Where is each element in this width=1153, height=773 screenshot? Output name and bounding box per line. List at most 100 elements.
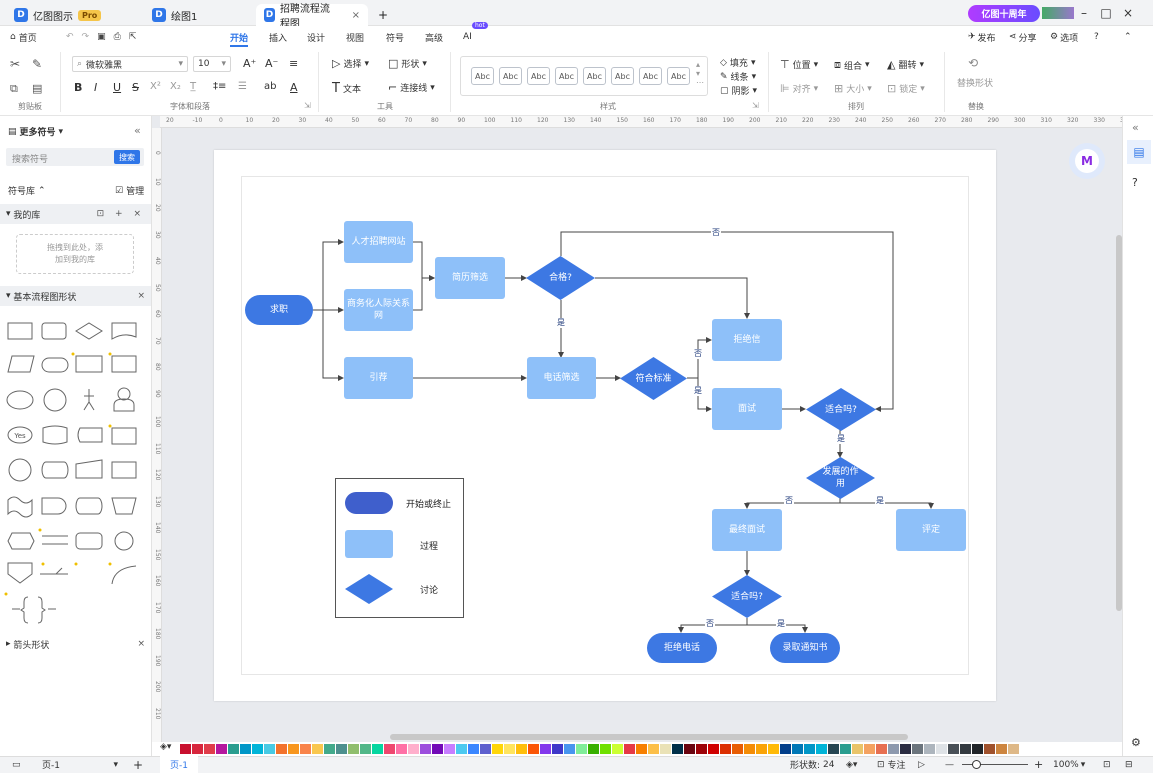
color-swatch[interactable] <box>948 744 959 754</box>
anniversary-banner[interactable]: 亿图十周年 <box>968 5 1040 22</box>
color-swatch[interactable] <box>828 744 839 754</box>
maximize-icon[interactable]: □ <box>1096 4 1116 22</box>
control-transfer-shape-icon[interactable] <box>40 567 68 575</box>
actor-shape-icon[interactable] <box>83 389 95 411</box>
line-spacing-icon[interactable]: ‡≡ <box>213 81 226 92</box>
rectangle-shape-icon[interactable] <box>7 322 33 340</box>
color-swatch[interactable] <box>864 744 875 754</box>
document-shape-icon[interactable] <box>111 322 137 340</box>
copy-icon[interactable]: ⧉ <box>10 82 18 96</box>
color-swatch[interactable] <box>432 744 443 754</box>
color-swatch[interactable] <box>720 744 731 754</box>
color-swatch[interactable] <box>216 744 227 754</box>
color-swatch[interactable] <box>852 744 863 754</box>
predefined-process-shape-icon[interactable] <box>75 355 103 373</box>
font-decrease-icon[interactable]: A⁻ <box>265 57 278 70</box>
qualified-decision[interactable]: 合格? <box>526 256 595 300</box>
start-terminal[interactable]: 求职 <box>245 295 313 325</box>
rotate-button[interactable]: ◭ 翻转 ▾ <box>887 58 924 71</box>
color-swatch[interactable] <box>576 744 587 754</box>
phone-screen-process[interactable]: 电话筛选 <box>527 357 596 399</box>
color-swatch[interactable] <box>288 744 299 754</box>
manual-input-shape-icon[interactable] <box>75 459 103 479</box>
decision-shape-icon[interactable] <box>75 322 103 340</box>
loop-limit-shape-icon[interactable] <box>111 497 137 515</box>
shadow-button[interactable]: ▢ 阴影 ▾ <box>720 84 757 98</box>
color-swatch[interactable] <box>516 744 527 754</box>
color-swatch[interactable] <box>912 744 923 754</box>
color-swatch[interactable] <box>1008 744 1019 754</box>
style-swatch[interactable]: Abc <box>555 67 578 85</box>
color-swatch[interactable] <box>276 744 287 754</box>
strikethrough-icon[interactable]: S <box>132 81 139 94</box>
color-swatch[interactable] <box>744 744 755 754</box>
direct-data-shape-icon[interactable] <box>41 461 69 479</box>
search-button[interactable]: 搜索 <box>114 150 140 164</box>
referral-process[interactable]: 引荐 <box>344 357 413 399</box>
app-tab[interactable]: D 亿图图示 Pro <box>6 4 109 26</box>
final-interview-process[interactable]: 最终面试 <box>712 509 782 551</box>
style-swatch[interactable]: Abc <box>527 67 550 85</box>
help-circle-icon[interactable]: ? <box>1132 176 1138 189</box>
ai-assistant-badge[interactable]: M <box>1069 143 1105 179</box>
connector-tool[interactable]: ⌐ 连接线 ▾ <box>388 81 435 94</box>
talent-site-process[interactable]: 人才招聘网站 <box>344 221 413 263</box>
reject-call-terminal[interactable]: 拒绝电话 <box>647 633 717 663</box>
user-shape-icon[interactable] <box>113 387 135 412</box>
font-size-select[interactable]: 10 ▾ <box>193 56 231 72</box>
page-tab-1[interactable]: 页-1 <box>160 756 198 773</box>
zoom-in-button[interactable]: + <box>1034 756 1043 773</box>
color-swatch[interactable] <box>396 744 407 754</box>
style-swatch[interactable]: Abc <box>583 67 606 85</box>
fill-button[interactable]: ◇ 填充 ▾ <box>720 56 755 70</box>
library-drop-zone[interactable]: 拖拽到此处，添 加到我的库 <box>16 234 134 274</box>
color-swatch[interactable] <box>924 744 935 754</box>
connector-shape-icon[interactable] <box>8 458 32 482</box>
color-swatch[interactable] <box>936 744 947 754</box>
color-swatch[interactable] <box>756 744 767 754</box>
data-shape-icon[interactable] <box>7 355 35 373</box>
circle-shape-icon[interactable] <box>43 388 67 412</box>
color-swatch[interactable] <box>804 744 815 754</box>
color-swatch[interactable] <box>672 744 683 754</box>
superscript-icon[interactable]: X² <box>150 81 161 92</box>
more-symbols-button[interactable]: ▤ 更多符号 ▾ <box>8 125 63 139</box>
close-tab-icon[interactable]: × <box>352 10 360 21</box>
color-swatch[interactable] <box>684 744 695 754</box>
color-swatch[interactable] <box>840 744 851 754</box>
color-swatch[interactable] <box>504 744 515 754</box>
paragraph-align-icon[interactable]: ≡ <box>289 57 298 70</box>
interview-process[interactable]: 面试 <box>712 388 782 430</box>
terminator-shape-icon[interactable] <box>41 357 69 373</box>
paste-icon[interactable]: ▤ <box>32 82 42 95</box>
development-decision[interactable]: 发展的作用 <box>806 457 875 499</box>
color-swatch[interactable] <box>420 744 431 754</box>
doc-tab-1[interactable]: D 绘图1 <box>144 4 205 26</box>
layers-icon[interactable]: ◈▾ <box>846 756 857 773</box>
color-swatch[interactable] <box>996 744 1007 754</box>
offer-letter-terminal[interactable]: 录取通知书 <box>770 633 840 663</box>
color-swatch[interactable] <box>408 744 419 754</box>
color-swatch[interactable] <box>240 744 251 754</box>
text-format-icon[interactable]: T̲ <box>190 81 196 92</box>
lock-button[interactable]: ⊡ 锁定 ▾ <box>887 82 925 95</box>
color-swatch[interactable] <box>372 744 383 754</box>
horizontal-scrollbar[interactable] <box>390 734 908 740</box>
replace-shape-icon[interactable]: ⟲ <box>968 56 978 70</box>
color-swatch[interactable] <box>480 744 491 754</box>
manual-operation-shape-icon[interactable] <box>111 427 137 445</box>
home-menu[interactable]: ⌂ 首页 <box>10 26 37 48</box>
color-swatch[interactable] <box>972 744 983 754</box>
menu-start[interactable]: 开始 <box>230 26 249 48</box>
collapse-panel-icon[interactable]: « <box>134 124 141 137</box>
zoom-out-button[interactable]: — <box>945 756 954 773</box>
style-swatch[interactable]: Abc <box>611 67 634 85</box>
color-swatch[interactable] <box>732 744 743 754</box>
reject-letter-process[interactable]: 拒绝信 <box>712 319 782 361</box>
brace-shape-icon[interactable] <box>12 596 56 624</box>
font-family-select[interactable]: ⌕ 微软雅黑 ▾ <box>72 56 188 72</box>
on-page-connector-shape-icon[interactable] <box>114 531 134 551</box>
color-swatch[interactable] <box>348 744 359 754</box>
color-swatch[interactable] <box>636 744 647 754</box>
close-window-icon[interactable]: × <box>1118 4 1138 22</box>
